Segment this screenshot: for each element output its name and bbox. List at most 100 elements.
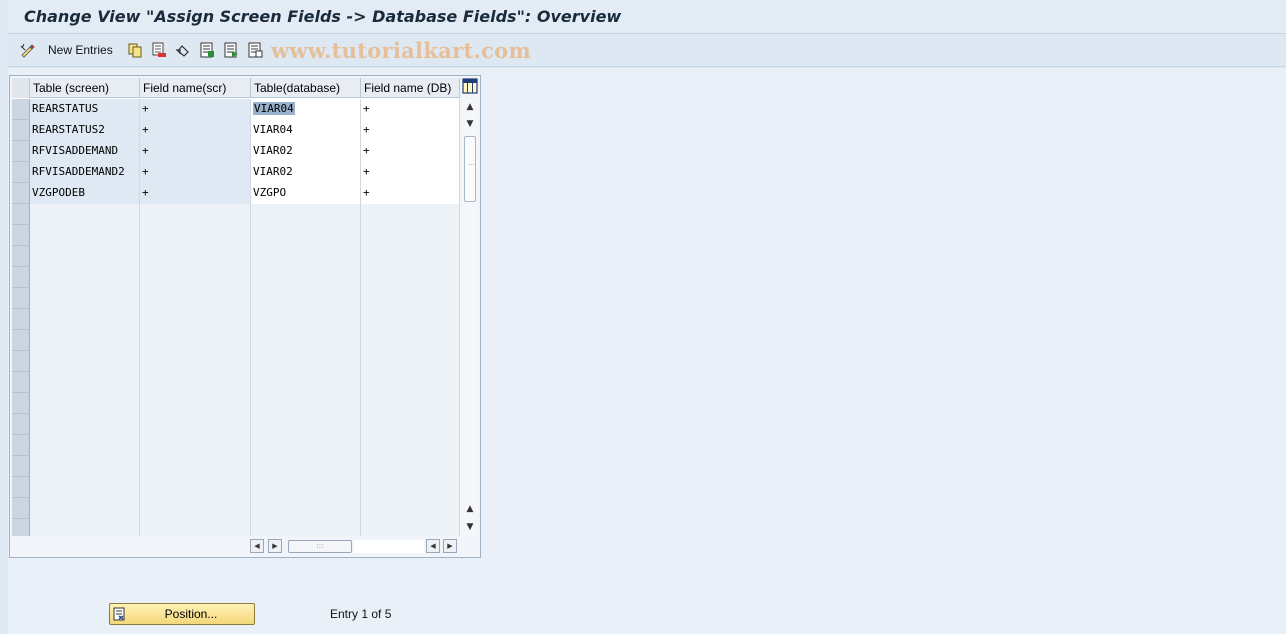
scroll-thumb[interactable]: ···: [464, 136, 476, 202]
table-control: Table (screen) Field name(scr) Table(dat…: [9, 75, 481, 558]
table-cell-table-screen: [30, 477, 140, 498]
row-selector[interactable]: [12, 288, 30, 309]
table-settings-icon[interactable]: [462, 78, 478, 94]
copy-icon[interactable]: [127, 42, 143, 58]
empty-table-row[interactable]: [12, 414, 460, 435]
table-cell-table-screen: [30, 519, 140, 536]
row-selector[interactable]: [12, 246, 30, 267]
scroll-last-left-icon[interactable]: ◀: [426, 539, 440, 553]
undo-icon[interactable]: [175, 42, 191, 58]
row-selector[interactable]: [12, 372, 30, 393]
h-scroll-track[interactable]: [354, 540, 424, 553]
row-selector[interactable]: [12, 435, 30, 456]
table-row[interactable]: REARSTATUS + VIAR04 +: [12, 99, 460, 120]
row-selector[interactable]: [12, 141, 30, 162]
column-header-field-name-scr[interactable]: Field name(scr): [140, 78, 251, 98]
display-change-icon[interactable]: [20, 42, 36, 58]
empty-table-row[interactable]: [12, 498, 460, 519]
empty-table-row[interactable]: [12, 225, 460, 246]
row-selector[interactable]: [12, 477, 30, 498]
table-header: Table (screen) Field name(scr) Table(dat…: [12, 78, 460, 98]
scroll-right-icon[interactable]: ▶: [268, 539, 282, 553]
table-cell-field-db[interactable]: +: [361, 183, 460, 204]
empty-table-row[interactable]: [12, 372, 460, 393]
table-cell-field-db: [361, 309, 460, 330]
table-cell-field-scr: [140, 498, 251, 519]
table-row[interactable]: VZGPODEB + VZGPO +: [12, 183, 460, 204]
table-cell-table-screen: [30, 372, 140, 393]
table-cell-field-db[interactable]: +: [361, 99, 460, 120]
table-cell-table-db: [251, 288, 361, 309]
table-cell-table-screen: VZGPODEB: [30, 183, 140, 204]
scroll-last-right-icon[interactable]: ▶: [443, 539, 457, 553]
empty-table-row[interactable]: [12, 435, 460, 456]
row-selector[interactable]: [12, 414, 30, 435]
delete-icon[interactable]: [151, 42, 167, 58]
table-row[interactable]: RFVISADDEMAND2 + VIAR02 +: [12, 162, 460, 183]
row-selector[interactable]: [12, 120, 30, 141]
empty-table-row[interactable]: [12, 393, 460, 414]
row-selector[interactable]: [12, 309, 30, 330]
table-cell-table-db[interactable]: VIAR02: [251, 141, 361, 162]
empty-table-row[interactable]: [12, 288, 460, 309]
table-cell-field-db: [361, 225, 460, 246]
position-button[interactable]: Position...: [109, 603, 255, 625]
page-up-icon[interactable]: ▲: [465, 504, 475, 514]
select-block-icon[interactable]: [223, 42, 239, 58]
scroll-left-icon[interactable]: ◀: [250, 539, 264, 553]
row-selector[interactable]: [12, 519, 30, 536]
row-selector[interactable]: [12, 267, 30, 288]
scroll-down-icon[interactable]: ▼: [465, 522, 475, 532]
empty-table-row[interactable]: [12, 351, 460, 372]
row-selector[interactable]: [12, 162, 30, 183]
horizontal-scrollbar[interactable]: ◀ ▶ ::: ◀ ▶: [250, 538, 460, 554]
table-cell-field-scr: +: [140, 162, 251, 183]
vertical-scrollbar[interactable]: ▲ ▼ ··· ▲ ▼: [462, 98, 478, 536]
row-selector[interactable]: [12, 99, 30, 120]
table-cell-field-scr: [140, 519, 251, 536]
select-all-icon[interactable]: [199, 42, 215, 58]
table-cell-table-db[interactable]: VZGPO: [251, 183, 361, 204]
title-bar: Change View "Assign Screen Fields -> Dat…: [8, 0, 1286, 34]
empty-table-row[interactable]: [12, 204, 460, 225]
row-selector[interactable]: [12, 183, 30, 204]
row-selector[interactable]: [12, 225, 30, 246]
table-row[interactable]: RFVISADDEMAND + VIAR02 +: [12, 141, 460, 162]
new-entries-button[interactable]: New Entries: [48, 43, 113, 57]
empty-table-row[interactable]: [12, 456, 460, 477]
column-header-table-database[interactable]: Table(database): [251, 78, 361, 98]
empty-table-row[interactable]: [12, 246, 460, 267]
row-selector[interactable]: [12, 204, 30, 225]
table-cell-table-db: [251, 246, 361, 267]
table-cell-field-db[interactable]: +: [361, 120, 460, 141]
empty-table-row[interactable]: [12, 267, 460, 288]
row-selector[interactable]: [12, 330, 30, 351]
empty-table-row[interactable]: [12, 330, 460, 351]
table-cell-field-db[interactable]: +: [361, 141, 460, 162]
row-selector[interactable]: [12, 351, 30, 372]
row-selector[interactable]: [12, 456, 30, 477]
row-selector[interactable]: [12, 393, 30, 414]
row-selector[interactable]: [12, 498, 30, 519]
table-cell-field-db[interactable]: +: [361, 162, 460, 183]
table-cell-table-db[interactable]: VIAR04: [251, 120, 361, 141]
table-cell-table-db[interactable]: VIAR04: [251, 99, 361, 120]
empty-table-row[interactable]: [12, 309, 460, 330]
h-scroll-thumb[interactable]: :::: [288, 540, 352, 553]
table-cell-field-scr: [140, 414, 251, 435]
column-header-table-screen[interactable]: Table (screen): [30, 78, 140, 98]
table-cell-table-db: [251, 414, 361, 435]
table-cell-field-scr: [140, 225, 251, 246]
column-header-field-name-db[interactable]: Field name (DB): [361, 78, 460, 98]
scroll-up-icon[interactable]: ▲: [465, 102, 475, 112]
table-cell-field-scr: +: [140, 183, 251, 204]
table-cell-field-db: [361, 351, 460, 372]
empty-table-row[interactable]: [12, 519, 460, 536]
select-all-rows-cell[interactable]: [12, 78, 30, 98]
deselect-all-icon[interactable]: [247, 42, 263, 58]
empty-table-row[interactable]: [12, 477, 460, 498]
table-row[interactable]: REARSTATUS2 + VIAR04 +: [12, 120, 460, 141]
table-cell-table-db[interactable]: VIAR02: [251, 162, 361, 183]
table-cell-table-db: [251, 351, 361, 372]
page-down-icon[interactable]: ▼: [465, 119, 475, 129]
